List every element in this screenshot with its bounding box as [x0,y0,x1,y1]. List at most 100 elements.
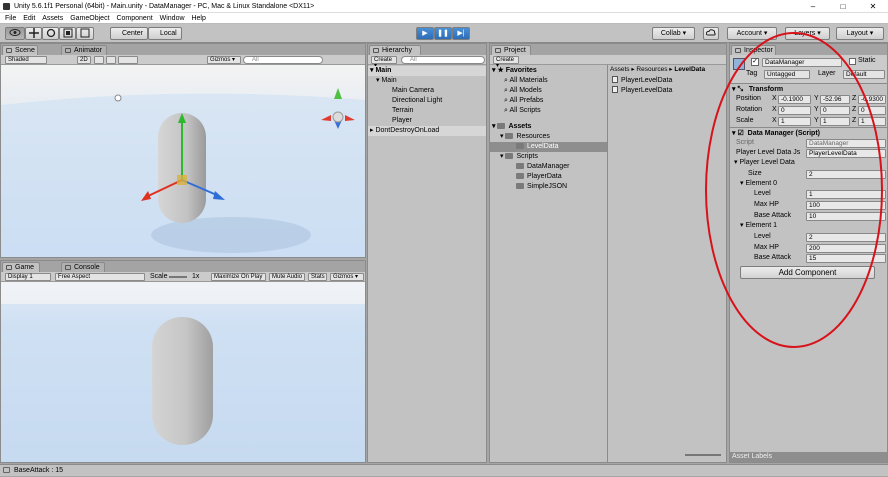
console-tab-icon [65,265,71,270]
maximize-button[interactable]: □ [828,0,858,13]
unity-logo-icon [3,3,10,10]
mute-audio-toggle[interactable]: Mute Audio [269,273,305,281]
folder-icon [505,153,514,159]
menu-component[interactable]: Component [116,15,152,22]
menu-gameobject[interactable]: GameObject [70,15,109,22]
text-file-icon [612,76,618,83]
favorite-all-materials[interactable]: ⌕ All Materials [490,76,607,86]
animator-tab-icon [65,48,71,53]
menu-edit[interactable]: Edit [23,15,35,22]
tab-animator[interactable]: Animator [61,45,107,55]
collab-button[interactable]: Collab ▾ [652,27,695,40]
game-tab-icon [6,265,12,270]
favorites-header[interactable]: ▾ ★ Favorites [490,66,607,76]
move-tool-button[interactable] [25,27,42,40]
project-folder-tree: ▾ ★ Favorites ⌕ All Materials ⌕ All Mode… [490,65,608,462]
icon-size-slider[interactable] [685,454,721,456]
menu-help[interactable]: Help [191,15,205,22]
window-title: Unity 5.6.1f1 Personal (64bit) - Main.un… [14,3,315,10]
pause-button[interactable]: ❚❚ [434,27,452,40]
favorite-all-scripts[interactable]: ⌕ All Scripts [490,106,607,116]
favorite-all-prefabs[interactable]: ⌕ All Prefabs [490,96,607,106]
folder-scripts[interactable]: ▾ Scripts [490,152,607,162]
menu-file[interactable]: File [5,15,16,22]
hierarchy-item-main[interactable]: ▾ Main [368,76,486,86]
hierarchy-item-directional-light[interactable]: Directional Light [368,96,486,106]
status-bar: BaseAttack : 15 [0,464,888,476]
shading-dropdown[interactable]: Shaded [5,56,47,64]
annotation-circle [705,32,883,348]
tab-project[interactable]: Project [491,45,531,55]
maximize-on-play-toggle[interactable]: Maximize On Play [211,273,266,281]
text-file-icon [612,86,618,93]
stats-toggle[interactable]: Stats [308,273,327,281]
game-gizmos-dropdown[interactable]: Gizmos ▾ [330,273,364,281]
hand-tool-button[interactable] [5,27,25,40]
step-button[interactable]: ▶| [452,27,470,40]
hierarchy-search-input[interactable]: All [401,56,485,64]
folder-icon [516,143,524,149]
rect-tool-button[interactable] [76,27,94,40]
gizmos-dropdown[interactable]: Gizmos ▾ [207,56,241,64]
scene-search-input[interactable]: All [243,56,323,64]
log-icon [3,467,10,473]
favorite-all-models[interactable]: ⌕ All Models [490,86,607,96]
star-icon: ★ [497,67,504,74]
assets-folder[interactable]: ▾ Assets [490,122,607,132]
mode-2d-toggle[interactable]: 2D [77,56,91,64]
minimize-button[interactable]: – [798,0,828,13]
rect-tool-icon [80,28,90,38]
folder-icon [516,173,524,179]
scale-tool-button[interactable] [59,27,76,40]
hierarchy-scene-dontdestroy[interactable]: ▸ DontDestroyOnLoad [368,126,486,136]
breadcrumb-resources[interactable]: Resources [636,66,667,73]
search-icon: ⌕ [504,87,508,94]
scene-tab-icon [6,48,12,53]
folder-datamanager[interactable]: DataManager [490,162,607,172]
hierarchy-create-dropdown[interactable]: Create ▾ [371,56,397,69]
close-button[interactable]: ✕ [858,0,888,13]
rotate-icon [46,28,55,38]
hierarchy-panel: Hierarchy Create ▾ All ▾ Main ▾ Main Mai… [367,43,487,463]
lighting-toggle[interactable] [94,56,104,64]
folder-resources[interactable]: ▾ Resources [490,132,607,142]
folder-playerdata[interactable]: PlayerData [490,172,607,182]
effects-dropdown[interactable] [118,56,138,64]
display-dropdown[interactable]: Display 1 [5,273,51,281]
folder-icon [516,163,524,169]
play-button[interactable]: ▶ [416,27,434,40]
project-create-dropdown[interactable]: Create ▾ [493,56,519,69]
breadcrumb-assets[interactable]: Assets [610,66,630,73]
tab-console[interactable]: Console [61,262,105,272]
scale-slider[interactable] [169,276,187,278]
folder-icon [516,183,524,189]
menu-window[interactable]: Window [160,15,185,22]
hierarchy-item-terrain[interactable]: Terrain [368,106,486,116]
pivot-local-button[interactable]: Local [148,27,182,40]
project-tab-icon [495,48,501,53]
hierarchy-item-main-camera[interactable]: Main Camera [368,86,486,96]
folder-simplejson[interactable]: SimpleJSON [490,182,607,192]
asset-labels-bar[interactable]: Asset Labels [730,452,887,462]
folder-icon [505,133,514,139]
aspect-dropdown[interactable]: Free Aspect [55,273,145,281]
rotate-tool-button[interactable] [42,27,59,40]
tab-scene[interactable]: Scene [2,45,38,55]
game-capsule-object [152,317,213,445]
folder-leveldata[interactable]: LevelData [490,142,607,152]
scene-viewport[interactable] [1,65,365,257]
hierarchy-tab-icon [373,48,379,53]
audio-toggle[interactable] [106,56,116,64]
scale-value: 1x [192,273,200,280]
scale-icon [63,28,72,38]
game-viewport[interactable] [1,282,365,462]
tab-game[interactable]: Game [2,262,40,272]
menu-assets[interactable]: Assets [42,15,63,22]
menu-bar: File Edit Assets GameObject Component Wi… [0,13,888,24]
hierarchy-item-player[interactable]: Player [368,116,486,126]
tab-hierarchy[interactable]: Hierarchy [369,45,421,55]
move-arrows-icon [28,28,39,38]
status-message: BaseAttack : 15 [14,467,64,474]
pivot-center-button[interactable]: Center [110,27,148,40]
hierarchy-scene-main[interactable]: ▾ Main [368,66,486,76]
